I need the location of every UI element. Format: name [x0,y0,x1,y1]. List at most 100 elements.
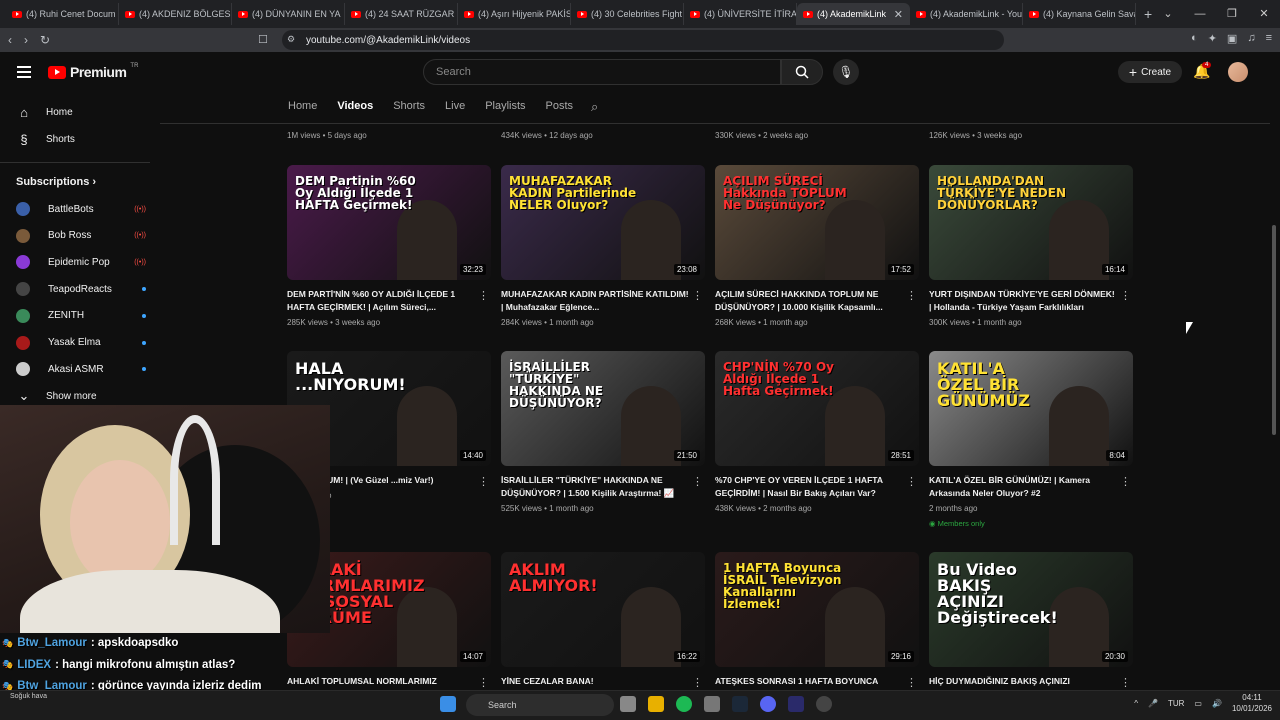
channel-search-icon[interactable]: ⌕ [591,99,598,115]
sidebar-icon[interactable]: ▣ [1227,32,1237,45]
video-card[interactable]: AÇILIM SÜRECİ Hakkında TOPLUM Ne Düşünüy… [715,165,919,327]
video-card[interactable]: AKLIM ALMIYOR! 16:22 ⋮ YİNE CEZALAR BANA! [501,552,705,689]
subscription-item[interactable]: Yasak Elma [16,335,146,350]
browser-tab[interactable]: (4) AkademikLink ✕ [797,3,910,25]
browser-tab[interactable]: (4) 24 SAAT RÜZGAR [345,3,458,25]
microphone-icon[interactable]: 🎤 [1148,699,1158,708]
video-card[interactable]: MUHAFAZAKAR KADIN Partilerinde NELER Olu… [501,165,705,327]
tab-playlists[interactable]: Playlists [485,100,525,112]
create-button[interactable]: + Create [1118,61,1182,83]
close-tab-icon[interactable]: ✕ [894,8,903,21]
video-title[interactable]: MUHAFAZAKAR KADIN PARTİSİNE KATILDIM! | … [501,288,691,314]
video-card[interactable]: HOLLANDA'DAN TÜRKİYE'YE NEDEN DÖNÜYORLAR… [929,165,1133,327]
tab-videos[interactable]: Videos [337,100,373,112]
more-options-icon[interactable]: ⋮ [906,475,917,488]
video-card[interactable]: 1 HAFTA Boyunca İSRAİL Televizyon Kanall… [715,552,919,689]
video-thumbnail[interactable]: AÇILIM SÜRECİ Hakkında TOPLUM Ne Düşünüy… [715,165,919,280]
youtube-logo[interactable]: Premium TR [48,63,138,80]
video-title[interactable]: KATIL'A ÖZEL BİR GÜNÜMÜZ! | Kamera Arkas… [929,474,1119,500]
extension-icon[interactable]: ◐ [1191,32,1198,45]
task-view-icon[interactable] [620,696,636,712]
weather-widget[interactable]: Soğuk hava [10,693,47,700]
more-options-icon[interactable]: ⋮ [1120,289,1131,302]
video-thumbnail[interactable]: HOLLANDA'DAN TÜRKİYE'YE NEDEN DÖNÜYORLAR… [929,165,1133,280]
search-button[interactable] [781,59,823,85]
maximize-icon[interactable]: ❐ [1216,0,1248,28]
tab-home[interactable]: Home [288,100,317,112]
video-title[interactable]: DEM PARTİ'NİN %60 OY ALDIĞI İLÇEDE 1 HAF… [287,288,477,314]
tab-posts[interactable]: Posts [546,100,574,112]
voice-search-button[interactable]: 🎙 [833,59,859,85]
more-options-icon[interactable]: ⋮ [478,475,489,488]
tab-shorts[interactable]: Shorts [393,100,425,112]
puzzle-icon[interactable]: ✦ [1208,32,1217,45]
video-card[interactable]: İSRAİLLİLER "TÜRKİYE" HAKKINDA NE DÜŞÜNÜ… [501,351,705,513]
video-thumbnail[interactable]: İSRAİLLİLER "TÜRKİYE" HAKKINDA NE DÜŞÜNÜ… [501,351,705,466]
browser-tab[interactable]: (4) Ruhi Cenet Docum [6,3,119,25]
video-title[interactable]: YURT DIŞINDAN TÜRKİYE'YE GERİ DÖNMEK! | … [929,288,1119,314]
new-tab-button[interactable]: + [1144,6,1152,22]
video-title[interactable]: YİNE CEZALAR BANA! [501,675,691,688]
more-options-icon[interactable]: ⋮ [1120,475,1131,488]
media-icon[interactable]: ♫ [1247,32,1255,45]
close-icon[interactable]: ✕ [1248,0,1280,28]
file-explorer-icon[interactable] [648,696,664,712]
subscriptions-heading[interactable]: Subscriptions › [16,176,96,188]
more-options-icon[interactable]: ⋮ [692,475,703,488]
browser-tab[interactable]: (4) DÜNYANIN EN YA [232,3,345,25]
video-thumbnail[interactable]: CHP'NİN %70 Oy Aldığı İlçede 1 Hafta Geç… [715,351,919,466]
show-more-button[interactable]: ⌄ Show more [16,388,97,404]
video-title[interactable]: HİÇ DUYMADIĞINIZ BAKIŞ AÇINIZI [929,675,1119,688]
more-options-icon[interactable]: ⋮ [478,676,489,689]
video-title[interactable]: %70 CHP'YE OY VEREN İLÇEDE 1 HAFTA GEÇİR… [715,474,905,500]
browser-tab[interactable]: (4) Kaynana Gelin Sava [1023,3,1136,25]
subscription-item[interactable]: Akasi ASMR [16,362,146,377]
menu-icon[interactable]: ≡ [1266,32,1272,45]
obs-icon[interactable] [816,696,832,712]
network-icon[interactable]: ▭ [1194,699,1202,708]
browser-tab[interactable]: (4) Aşırı Hijyenik PAKİS [458,3,571,25]
browser-tab[interactable]: (4) AkademikLink - You [910,3,1023,25]
browser-tab[interactable]: (4) ÜNİVERSİTE İTİRAF [684,3,797,25]
spotify-icon[interactable] [676,696,692,712]
chevron-down-icon[interactable]: ⌄ [1152,0,1184,28]
more-options-icon[interactable]: ⋮ [478,289,489,302]
video-title[interactable]: AHLAKİ TOPLUMSAL NORMLARIMIZ [287,675,477,688]
subscription-item[interactable]: Epidemic Pop ((•)) [16,255,146,270]
bookmark-icon[interactable]: ☐ [258,33,268,46]
account-avatar[interactable] [1228,62,1248,82]
scrollbar[interactable] [1272,225,1276,435]
volume-icon[interactable]: 🔊 [1212,699,1222,708]
more-options-icon[interactable]: ⋮ [906,289,917,302]
video-thumbnail[interactable]: 1 HAFTA Boyunca İSRAİL Televizyon Kanall… [715,552,919,667]
video-title[interactable]: AÇILIM SÜRECİ HAKKINDA TOPLUM NE DÜŞÜNÜY… [715,288,905,314]
video-thumbnail[interactable]: DEM Partinin %60 Oy Aldığı İlçede 1 HAFT… [287,165,491,280]
subscription-item[interactable]: ZENITH [16,308,146,323]
app-icon[interactable] [704,696,720,712]
search-input[interactable]: Search [423,59,781,85]
video-thumbnail[interactable]: MUHAFAZAKAR KADIN Partilerinde NELER Olu… [501,165,705,280]
minimize-icon[interactable]: — [1184,0,1216,28]
video-title[interactable]: İSRAİLLİLER "TÜRKİYE" HAKKINDA NE DÜŞÜNÜ… [501,474,691,500]
back-icon[interactable]: ‹ [8,33,12,47]
language-indicator[interactable]: TUR [1168,699,1184,708]
browser-tab[interactable]: (4) AKDENIZ BÖLGESİ [119,3,232,25]
video-card[interactable]: Bu Video BAKIŞ AÇINIZI Değiştirecek! 20:3… [929,552,1133,689]
subscription-item[interactable]: BattleBots ((•)) [16,202,146,216]
premiere-icon[interactable] [788,696,804,712]
chevron-up-icon[interactable]: ^ [1134,699,1138,708]
forward-icon[interactable]: › [24,33,28,47]
sidebar-item-home[interactable]: ⌂ Home [16,104,73,120]
video-thumbnail[interactable]: AKLIM ALMIYOR! 16:22 [501,552,705,667]
tab-live[interactable]: Live [445,100,465,112]
more-options-icon[interactable]: ⋮ [692,676,703,689]
video-card[interactable]: DEM Partinin %60 Oy Aldığı İlçede 1 HAFT… [287,165,491,327]
url-field[interactable]: youtube.com/@AkademikLink/videos [282,30,1004,50]
video-thumbnail[interactable]: KATIL'A ÖZEL BİR GÜNÜMÜZ 8:04 [929,351,1133,466]
sidebar-item-shorts[interactable]: § Shorts [16,131,75,147]
windows-start-icon[interactable] [440,696,456,712]
taskbar-search[interactable]: Search [466,694,614,716]
video-card[interactable]: CHP'NİN %70 Oy Aldığı İlçede 1 Hafta Geç… [715,351,919,513]
menu-icon[interactable] [17,66,31,81]
video-card[interactable]: KATIL'A ÖZEL BİR GÜNÜMÜZ 8:04 ⋮ KATIL'A ÖZE… [929,351,1133,528]
